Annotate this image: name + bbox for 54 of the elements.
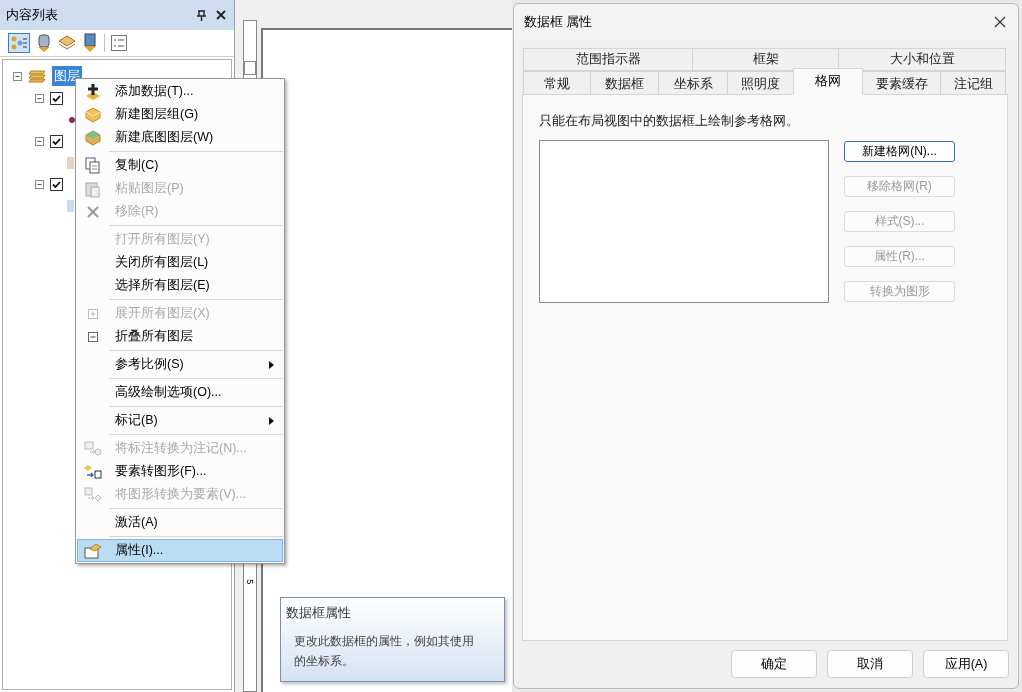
dialog-button[interactable]: 确定 — [731, 650, 817, 678]
list-by-drawing-order-icon[interactable] — [8, 33, 30, 53]
layer-checkbox[interactable] — [50, 177, 63, 191]
menu-item[interactable]: 新建底图图层(W) — [77, 126, 283, 149]
dialog-title: 数据框 属性 — [524, 13, 594, 31]
plus-icon — [84, 82, 102, 101]
collapse-icon — [88, 331, 98, 342]
layers-icon[interactable] — [58, 34, 76, 52]
database-icon[interactable] — [36, 33, 52, 53]
basemap-icon — [84, 128, 102, 147]
remove-icon — [87, 205, 99, 218]
menu-item[interactable]: 新建图层组(G) — [77, 103, 283, 126]
convert-icon — [84, 440, 102, 457]
menu-item[interactable]: 标记(B) — [77, 409, 283, 432]
options-icon[interactable] — [111, 35, 127, 51]
ruler-label: 5 — [244, 579, 257, 585]
copy-icon — [85, 156, 101, 175]
expand-icon — [88, 308, 98, 319]
dialog-button[interactable]: 应用(A) — [923, 650, 1009, 678]
grid-note: 只能在布局视图中的数据框上绘制参考格网。 — [539, 113, 800, 130]
collapse-icon[interactable] — [13, 71, 22, 81]
tooltip-title: 数据框属性 — [286, 605, 352, 622]
menu-item[interactable]: 复制(C) — [77, 154, 283, 177]
cube-icon — [84, 105, 102, 124]
collapse-icon[interactable] — [35, 93, 44, 103]
menu-item[interactable]: 折叠所有图层 — [77, 325, 283, 348]
collapse-icon[interactable] — [35, 136, 44, 146]
dialog-button[interactable]: 新建格网(N)... — [844, 140, 955, 162]
close-icon[interactable] — [994, 16, 1006, 28]
convert-icon — [84, 486, 102, 503]
menu-item[interactable]: 选择所有图层(E) — [77, 274, 283, 297]
dialog-button[interactable]: 取消 — [827, 650, 913, 678]
menu-item[interactable]: 属性(I)... — [77, 539, 283, 562]
dialog-tab[interactable]: 大小和位置 — [838, 48, 1006, 71]
collapse-icon[interactable] — [35, 179, 44, 189]
dialog-tab[interactable]: 格网 — [793, 68, 863, 95]
layers-icon — [28, 69, 46, 83]
dialog-tab[interactable]: 范围指示器 — [523, 48, 693, 71]
feature-to-graphic-icon — [84, 463, 102, 480]
dialog-tab[interactable]: 框架 — [692, 48, 839, 71]
menu-item[interactable]: 参考比例(S) — [77, 353, 283, 376]
layer-checkbox[interactable] — [50, 91, 63, 105]
document-arrow-icon[interactable] — [82, 33, 98, 53]
paste-icon — [85, 179, 101, 198]
menu-item[interactable]: 高级绘制选项(O)... — [77, 381, 283, 404]
tooltip-text: 更改此数据框的属性，例如其使用的坐标系。 — [293, 632, 475, 670]
menu-item[interactable]: 要素转图形(F)... — [77, 460, 283, 483]
panel-title: 内容列表 — [6, 6, 59, 25]
menu-item[interactable]: 关闭所有图层(L) — [77, 251, 283, 274]
menu-item[interactable]: 激活(A) — [77, 511, 283, 534]
properties-icon — [84, 542, 102, 559]
pin-icon[interactable] — [197, 9, 206, 21]
close-icon[interactable] — [216, 10, 226, 20]
layer-checkbox[interactable] — [50, 134, 63, 148]
